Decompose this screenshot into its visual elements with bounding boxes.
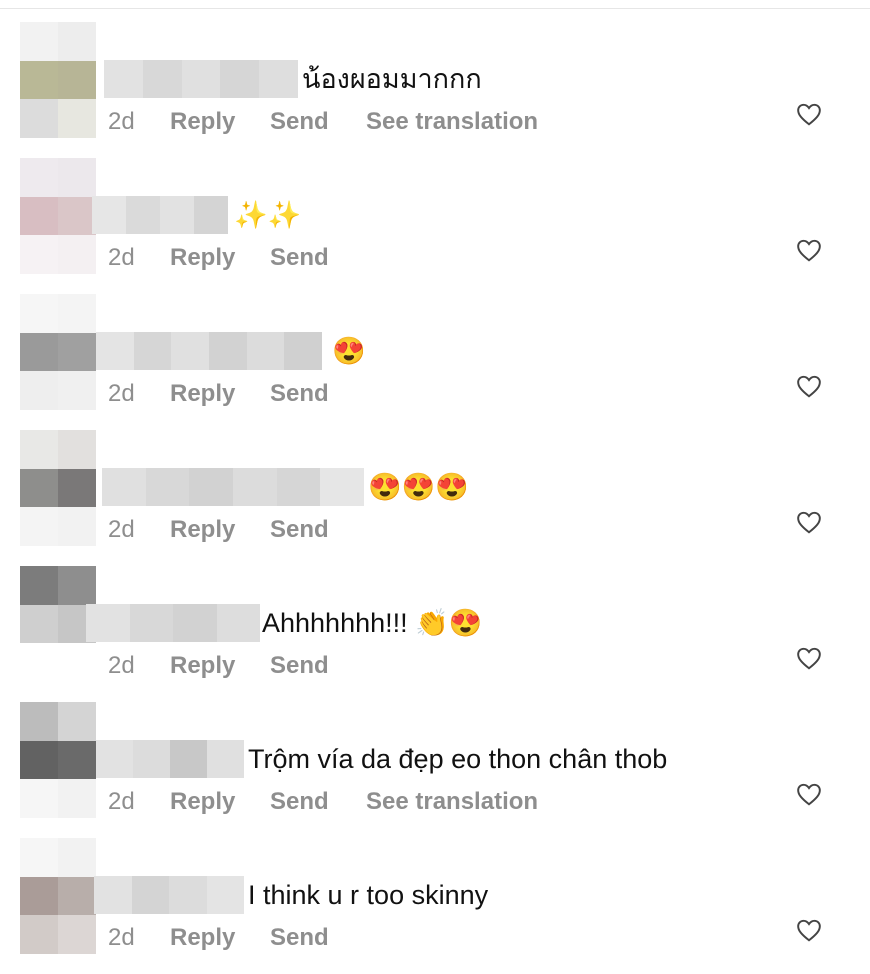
see-translation-button[interactable]: See translation [366, 788, 538, 816]
reply-button[interactable]: Reply [170, 108, 270, 136]
comment-actions: 2d Reply Send [108, 380, 366, 408]
send-button[interactable]: Send [270, 108, 366, 136]
avatar[interactable] [20, 838, 96, 954]
heart-icon[interactable] [796, 918, 822, 942]
send-button[interactable]: Send [270, 244, 366, 272]
comment-text: 😍 [332, 336, 366, 366]
heart-icon[interactable] [796, 238, 822, 262]
comment-row: 😍 2d Reply Send [0, 294, 870, 430]
heart-icon[interactable] [796, 510, 822, 534]
send-button[interactable]: Send [270, 516, 366, 544]
timestamp: 2d [108, 516, 135, 543]
reply-button[interactable]: Reply [170, 380, 270, 408]
username-blurred[interactable] [86, 604, 260, 642]
avatar[interactable] [20, 158, 96, 274]
comment-row: ✨✨ 2d Reply Send [0, 158, 870, 294]
heart-icon[interactable] [796, 646, 822, 670]
heart-icon[interactable] [796, 102, 822, 126]
username-blurred[interactable] [94, 876, 244, 914]
comment-row: น้องผอมมากกก 2d Reply Send See translati… [0, 22, 870, 158]
reply-button[interactable]: Reply [170, 516, 270, 544]
avatar[interactable] [20, 566, 96, 682]
comment-row: 😍😍😍 2d Reply Send [0, 430, 870, 566]
comment-row: I think u r too skinny 2d Reply Send [0, 838, 870, 974]
username-blurred[interactable] [102, 468, 365, 506]
comment-actions: 2d Reply Send [108, 924, 366, 952]
top-divider [0, 8, 870, 9]
avatar[interactable] [20, 430, 96, 546]
comment-actions: 2d Reply Send [108, 516, 366, 544]
send-button[interactable]: Send [270, 924, 366, 952]
comment-text: Ahhhhhhh!!! 👏😍 [262, 608, 483, 638]
avatar[interactable] [20, 22, 96, 138]
heart-icon[interactable] [796, 782, 822, 806]
comment-text: I think u r too skinny [248, 880, 489, 910]
timestamp: 2d [108, 380, 135, 407]
username-blurred[interactable] [96, 332, 323, 370]
send-button[interactable]: Send [270, 788, 366, 816]
comment-row: Trộm vía da đẹp eo thon chân thob 2d Rep… [0, 702, 870, 838]
comment-actions: 2d Reply Send See translation [108, 788, 538, 816]
comment-actions: 2d Reply Send See translation [108, 108, 538, 136]
comment-actions: 2d Reply Send [108, 652, 366, 680]
reply-button[interactable]: Reply [170, 924, 270, 952]
avatar[interactable] [20, 294, 96, 410]
comment-text: ✨✨ [234, 200, 302, 230]
reply-button[interactable]: Reply [170, 652, 270, 680]
timestamp: 2d [108, 924, 135, 951]
comment-text: 😍😍😍 [368, 472, 469, 502]
see-translation-button[interactable]: See translation [366, 108, 538, 136]
heart-icon[interactable] [796, 374, 822, 398]
reply-button[interactable]: Reply [170, 788, 270, 816]
comment-row: Ahhhhhhh!!! 👏😍 2d Reply Send [0, 566, 870, 702]
avatar[interactable] [20, 702, 96, 818]
timestamp: 2d [108, 244, 135, 271]
username-blurred[interactable] [96, 740, 244, 778]
timestamp: 2d [108, 108, 135, 135]
reply-button[interactable]: Reply [170, 244, 270, 272]
comment-text: Trộm vía da đẹp eo thon chân thob [248, 744, 668, 774]
username-blurred[interactable] [92, 196, 228, 234]
send-button[interactable]: Send [270, 652, 366, 680]
timestamp: 2d [108, 788, 135, 815]
timestamp: 2d [108, 652, 135, 679]
send-button[interactable]: Send [270, 380, 366, 408]
username-blurred[interactable] [104, 60, 298, 98]
comment-text: น้องผอมมากกก [302, 64, 482, 94]
comment-actions: 2d Reply Send [108, 244, 366, 272]
